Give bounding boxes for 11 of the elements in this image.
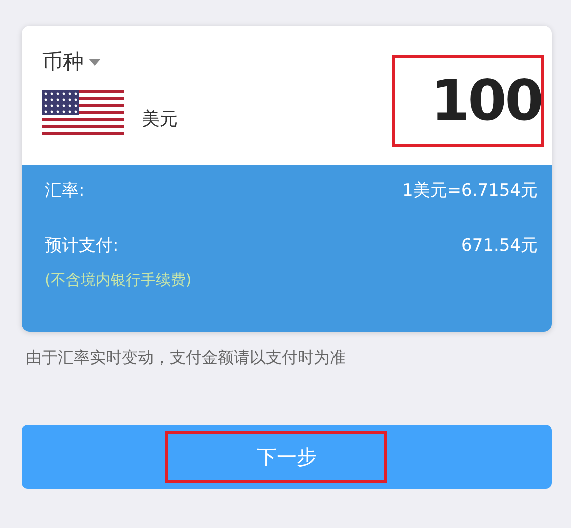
fee-note: (不含境内银行手续费) (45, 271, 193, 290)
caret-icon (89, 58, 101, 66)
payment-label: 预计支付: (45, 235, 119, 257)
flag-icon (42, 90, 124, 136)
rate-value: 1美元=6.7154元 (402, 180, 538, 202)
currency-dropdown[interactable]: 币种 (42, 48, 178, 76)
payment-value: 671.54元 (462, 235, 538, 257)
notice-text: 由于汇率实时变动，支付金额请以支付时为准 (26, 348, 347, 369)
amount-value[interactable]: 100 (431, 68, 542, 134)
rate-label: 汇率: (45, 180, 85, 202)
currency-name: 美元 (142, 108, 178, 131)
